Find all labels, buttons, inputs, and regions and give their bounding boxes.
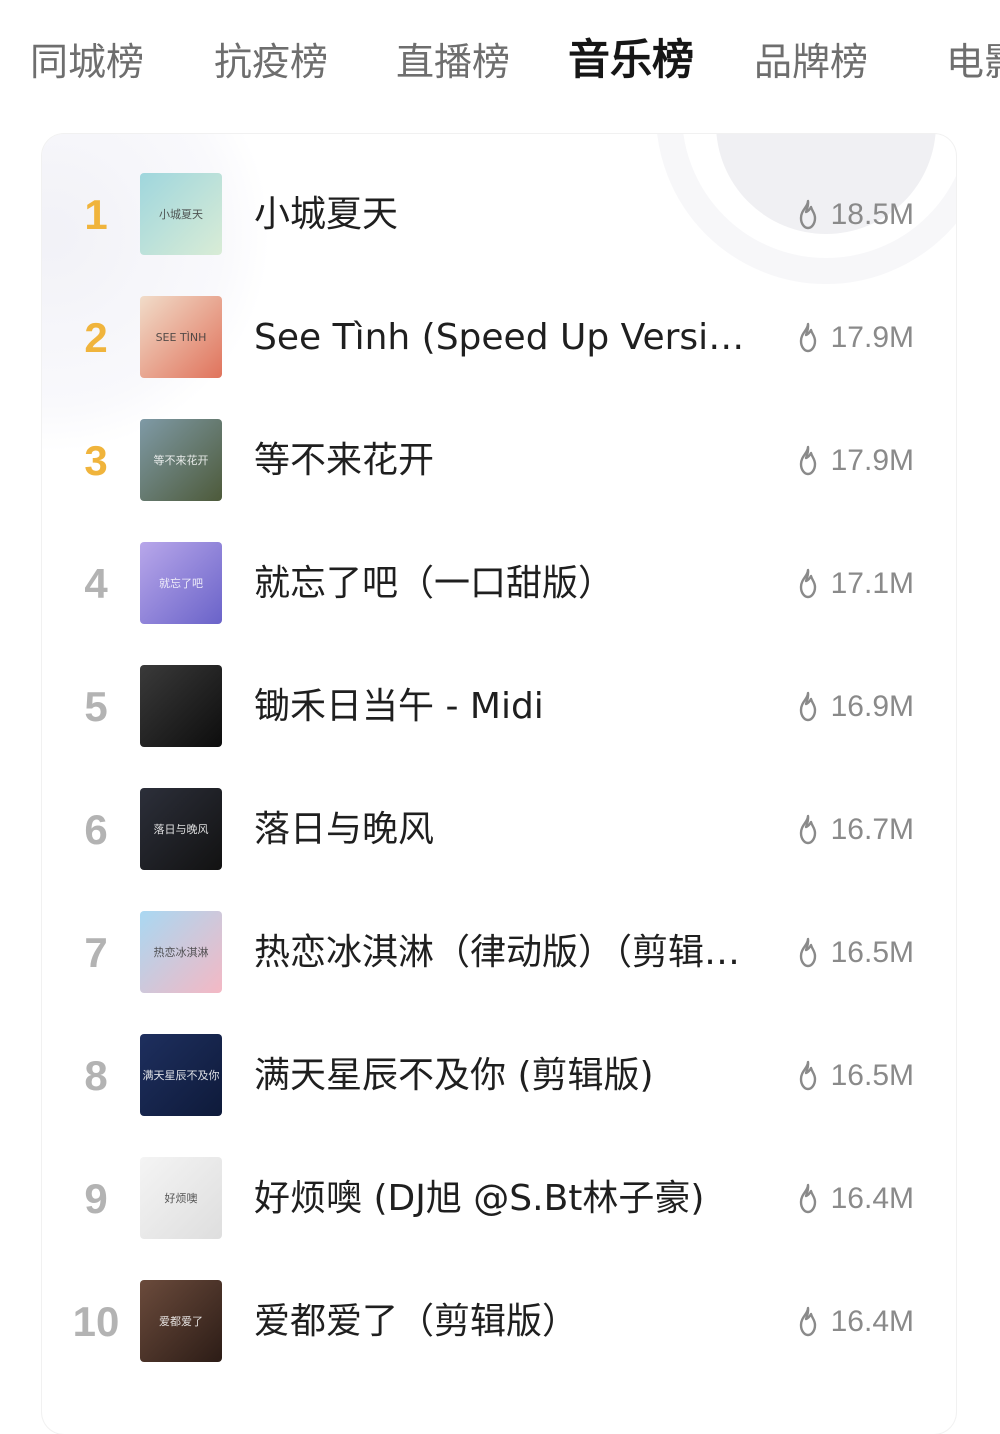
- flame-icon: [799, 1060, 816, 1091]
- album-cover-text: 好烦噢: [165, 1191, 198, 1205]
- album-cover-icon[interactable]: 落日与晚风: [140, 788, 222, 870]
- heat-value: 16.9M: [830, 690, 914, 723]
- heat-value: 16.4M: [830, 1305, 914, 1338]
- album-cover-text: 落日与晚风: [154, 823, 209, 836]
- song-title: 爱都爱了（剪辑版）: [254, 1301, 579, 1342]
- heat-value: 16.5M: [830, 1059, 914, 1092]
- tab-brand-chart[interactable]: 品牌榜: [754, 38, 868, 86]
- rank-number: 2: [84, 314, 108, 361]
- flame-icon: [799, 322, 816, 353]
- song-title: See Tình (Speed Up Version): [254, 317, 760, 358]
- album-cover-text: 小城夏天: [159, 208, 203, 221]
- tab-anti-epidemic-chart[interactable]: 抗疫榜: [214, 38, 328, 86]
- heat-value: 18.5M: [830, 198, 914, 231]
- rank-number: 3: [84, 437, 108, 484]
- tab-music-chart[interactable]: 音乐榜: [568, 36, 694, 84]
- song-row[interactable]: 8 满天星辰不及你 满天星辰不及你 (剪辑版) 16.5M: [42, 1014, 956, 1137]
- album-cover-icon[interactable]: 就忘了吧: [140, 542, 222, 624]
- album-cover-icon[interactable]: 满天星辰不及你: [140, 1034, 222, 1116]
- album-cover-text: 就忘了吧: [159, 576, 203, 590]
- rank-number: 9: [84, 1175, 108, 1222]
- flame-icon: [799, 1306, 816, 1337]
- flame-icon: [799, 814, 816, 845]
- album-cover-icon[interactable]: SEE TÌNH: [140, 296, 222, 378]
- song-row[interactable]: 6 落日与晚风 落日与晚风 16.7M: [42, 768, 956, 891]
- album-cover-icon[interactable]: [140, 665, 222, 747]
- heat-indicator: 17.1M: [795, 564, 914, 604]
- album-cover-text: 爱都爱了: [159, 1315, 203, 1328]
- flame-icon: [799, 937, 816, 968]
- heat-value: 17.9M: [830, 321, 914, 354]
- album-cover-icon[interactable]: 等不来花开: [140, 419, 222, 501]
- tab-live-chart[interactable]: 直播榜: [396, 38, 510, 86]
- song-row[interactable]: 5 锄禾日当午 - Midi 16.9M: [42, 645, 956, 768]
- flame-icon: [799, 199, 816, 230]
- song-row[interactable]: 3 等不来花开 等不来花开 17.9M: [42, 399, 956, 522]
- song-title: 满天星辰不及你 (剪辑版): [254, 1055, 654, 1096]
- music-chart-card: 1 小城夏天 小城夏天 18.5M 2 SEE TÌNH See Tình (Speed U…: [42, 134, 956, 1434]
- rank-number: 10: [72, 1298, 120, 1345]
- tab-local-chart[interactable]: 同城榜: [30, 38, 144, 86]
- album-cover-text: 热恋冰淇淋: [154, 945, 209, 959]
- song-row[interactable]: 9 好烦噢 好烦噢 (DJ旭 @S.Bt林子豪) 16.4M: [42, 1137, 956, 1260]
- rank-number: 6: [84, 806, 108, 853]
- album-cover-text: 等不来花开: [154, 453, 209, 467]
- flame-icon: [799, 691, 816, 722]
- song-title: 就忘了吧（一口甜版）: [254, 563, 615, 604]
- album-cover-icon[interactable]: 爱都爱了: [140, 1280, 222, 1362]
- album-cover-icon[interactable]: 好烦噢: [140, 1157, 222, 1239]
- song-title: 好烦噢 (DJ旭 @S.Bt林子豪): [254, 1178, 705, 1219]
- heat-indicator: 16.5M: [795, 933, 914, 973]
- song-row[interactable]: 10 爱都爱了 爱都爱了（剪辑版） 16.4M: [42, 1260, 956, 1383]
- chart-tab-bar: 同城榜 抗疫榜 直播榜 音乐榜 品牌榜 电影: [0, 0, 1000, 120]
- heat-indicator: 18.5M: [795, 195, 914, 235]
- heat-value: 16.4M: [830, 1182, 914, 1215]
- heat-indicator: 17.9M: [795, 441, 914, 481]
- flame-icon: [799, 1183, 816, 1214]
- song-title: 锄禾日当午 - Midi: [254, 686, 544, 727]
- rank-number: 7: [84, 929, 108, 976]
- heat-indicator: 17.9M: [795, 318, 914, 358]
- song-row[interactable]: 4 就忘了吧 就忘了吧（一口甜版） 17.1M: [42, 522, 956, 645]
- song-title: 等不来花开: [254, 440, 435, 481]
- heat-indicator: 16.7M: [795, 810, 914, 850]
- album-cover-text: 满天星辰不及你: [143, 1069, 220, 1082]
- rank-number: 8: [84, 1052, 108, 1099]
- song-row[interactable]: 7 热恋冰淇淋 热恋冰淇淋（律动版）（剪辑版） 16.5M: [42, 891, 956, 1014]
- heat-indicator: 16.9M: [795, 687, 914, 727]
- heat-indicator: 16.5M: [795, 1056, 914, 1096]
- heat-value: 17.1M: [830, 567, 914, 600]
- heat-indicator: 16.4M: [795, 1179, 914, 1219]
- flame-icon: [799, 568, 816, 599]
- album-cover-icon[interactable]: 热恋冰淇淋: [140, 911, 222, 993]
- tab-movie-chart[interactable]: 电影: [946, 38, 1000, 86]
- rank-number: 4: [84, 560, 108, 607]
- song-row[interactable]: 2 SEE TÌNH See Tình (Speed Up Version) 17.9…: [42, 276, 956, 399]
- flame-icon: [799, 445, 816, 476]
- song-title: 热恋冰淇淋（律动版）（剪辑版）: [254, 932, 760, 973]
- song-row[interactable]: 1 小城夏天 小城夏天 18.5M: [42, 153, 956, 276]
- rank-number: 5: [84, 683, 108, 730]
- heat-value: 17.9M: [830, 444, 914, 477]
- heat-indicator: 16.4M: [795, 1302, 914, 1342]
- album-cover-icon[interactable]: 小城夏天: [140, 173, 222, 255]
- heat-value: 16.7M: [830, 813, 914, 846]
- song-title: 落日与晚风: [254, 809, 435, 850]
- heat-value: 16.5M: [830, 936, 914, 969]
- album-cover-text: SEE TÌNH: [156, 331, 207, 344]
- rank-number: 1: [84, 191, 108, 238]
- song-title: 小城夏天: [254, 194, 399, 235]
